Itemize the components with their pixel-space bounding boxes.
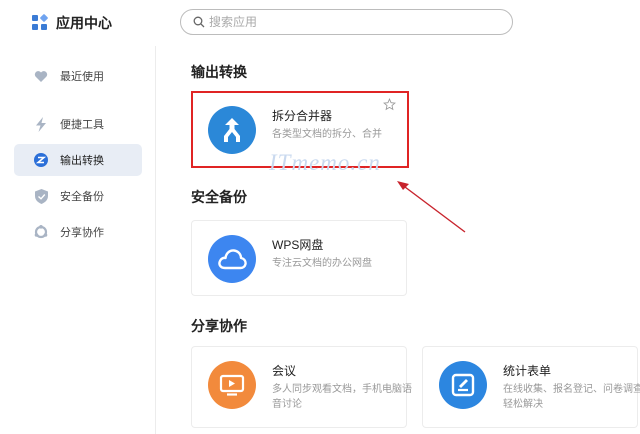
- sidebar-item-label: 最近使用: [60, 71, 104, 83]
- search-box[interactable]: [180, 9, 513, 35]
- lightning-icon: [34, 116, 48, 132]
- main-content: 输出转换 拆分合并器 各类型文档的拆分、合并 ITmemo.cn 安全备份 WP…: [157, 46, 640, 434]
- sidebar-item-recent[interactable]: 最近使用: [14, 60, 142, 92]
- search-input[interactable]: [209, 15, 489, 29]
- sidebar-item-tools[interactable]: 便捷工具: [14, 108, 142, 140]
- brand: 应用中心: [32, 13, 112, 33]
- sidebar-item-label: 安全备份: [60, 191, 104, 203]
- sidebar-item-share[interactable]: 分享协作: [14, 216, 142, 248]
- app-card-meeting[interactable]: 会议 多人同步观看文档，手机电脑语音讨论: [191, 346, 412, 428]
- heart-icon: [34, 69, 48, 83]
- watermark: ITmemo.cn: [269, 150, 381, 175]
- sidebar-item-convert[interactable]: 输出转换: [14, 144, 142, 176]
- top-header: 应用中心: [0, 0, 640, 46]
- app-description: 多人同步观看文档，手机电脑语音讨论: [272, 384, 412, 410]
- sidebar-item-label: 便捷工具: [60, 119, 104, 131]
- cloud-icon: [208, 235, 256, 283]
- app-name: 统计表单: [503, 364, 552, 378]
- section-title-share: 分享协作: [191, 318, 247, 334]
- section-title-convert: 输出转换: [191, 64, 247, 80]
- app-card-form[interactable]: 统计表单 在线收集、报名登记、问卷调查轻松解决: [422, 346, 640, 428]
- app-name: 会议: [272, 364, 297, 378]
- meeting-icon: [208, 361, 256, 409]
- sidebar-item-label: 输出转换: [60, 155, 104, 167]
- search-icon: [193, 16, 205, 28]
- shield-icon: [34, 188, 48, 204]
- app-card-wps-cloud[interactable]: WPS网盘 专注云文档的办公网盘: [191, 220, 407, 296]
- section-title-backup: 安全备份: [191, 189, 247, 205]
- page-title: 应用中心: [56, 15, 112, 31]
- sidebar-item-label: 分享协作: [60, 227, 104, 239]
- app-description: 在线收集、报名登记、问卷调查轻松解决: [503, 384, 640, 410]
- app-name: WPS网盘: [272, 238, 324, 252]
- convert-icon: [34, 153, 48, 167]
- form-icon: [439, 361, 487, 409]
- app-center-icon: [32, 13, 49, 31]
- sidebar-item-backup[interactable]: 安全备份: [14, 180, 142, 212]
- share-circle-icon: [34, 225, 48, 239]
- app-description: 专注云文档的办公网盘: [272, 258, 372, 269]
- sidebar: 最近使用 便捷工具 输出转换 安全备份 分享协作: [0, 46, 156, 434]
